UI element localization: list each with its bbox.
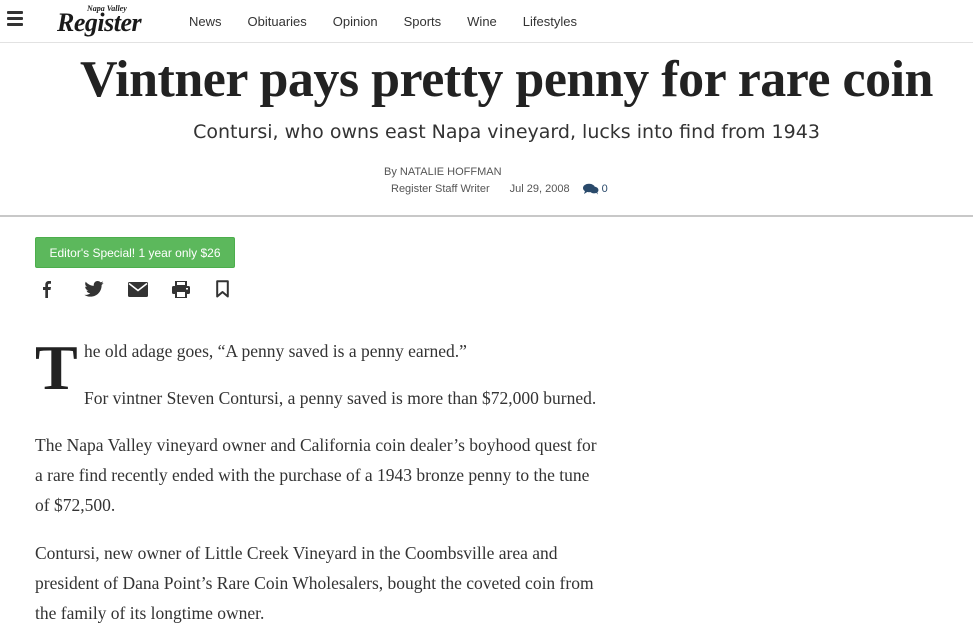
section-nav: News Obituaries Opinion Sports Wine Life… (189, 0, 603, 42)
top-navigation-bar: Napa Valley Register News Obituaries Opi… (0, 0, 973, 43)
share-tools (40, 278, 260, 300)
paragraph-3: The Napa Valley vineyard owner and Calif… (35, 430, 675, 520)
site-logo[interactable]: Napa Valley Register (57, 4, 167, 38)
paragraph-4: Contursi, new owner of Little Creek Vine… (35, 538, 675, 628)
paragraph-1: he old adage goes, “A penny saved is a p… (84, 341, 467, 361)
article-headline: Vintner pays pretty penny for rare coin (80, 51, 933, 108)
nav-obituaries[interactable]: Obituaries (248, 14, 307, 29)
author-name[interactable]: By NATALIE HOFFMAN (384, 166, 502, 178)
nav-opinion[interactable]: Opinion (333, 14, 378, 29)
publish-date: Jul 29, 2008 (509, 183, 570, 195)
header-divider (0, 215, 973, 217)
hamburger-menu-icon[interactable] (7, 10, 25, 28)
print-icon[interactable] (172, 278, 216, 300)
paragraph-2: For vintner Steven Contursi, a penny sav… (84, 388, 597, 408)
article-subhead: Contursi, who owns east Napa vineyard, l… (193, 121, 820, 143)
byline-meta: Register Staff Writer Jul 29, 2008 0 (391, 183, 608, 195)
nav-news[interactable]: News (189, 14, 222, 29)
nav-lifestyles[interactable]: Lifestyles (523, 14, 577, 29)
paragraph-line: the family of its longtime owner. (35, 603, 265, 623)
nav-sports[interactable]: Sports (404, 14, 442, 29)
paragraph-line: Contursi, new owner of Little Creek Vine… (35, 543, 558, 563)
paragraph-line: president of Dana Point’s Rare Coin Whol… (35, 573, 594, 593)
email-icon[interactable] (128, 278, 172, 300)
nav-wine[interactable]: Wine (467, 14, 497, 29)
twitter-icon[interactable] (84, 278, 128, 300)
comment-bubbles-icon (582, 183, 599, 195)
comments-link[interactable]: 0 (582, 183, 608, 195)
logo-wordmark: Register (57, 8, 142, 37)
comment-count: 0 (601, 183, 608, 195)
bookmark-icon[interactable] (216, 278, 260, 300)
author-role: Register Staff Writer (391, 183, 490, 195)
paragraph-line: The Napa Valley vineyard owner and Calif… (35, 435, 597, 455)
facebook-icon[interactable] (40, 278, 84, 300)
drop-cap: T (35, 332, 78, 403)
paragraph-line: a rare find recently ended with the purc… (35, 465, 590, 485)
subscribe-promo-button[interactable]: Editor's Special! 1 year only $26 (35, 237, 235, 268)
paragraph-line: of $72,500. (35, 495, 116, 515)
